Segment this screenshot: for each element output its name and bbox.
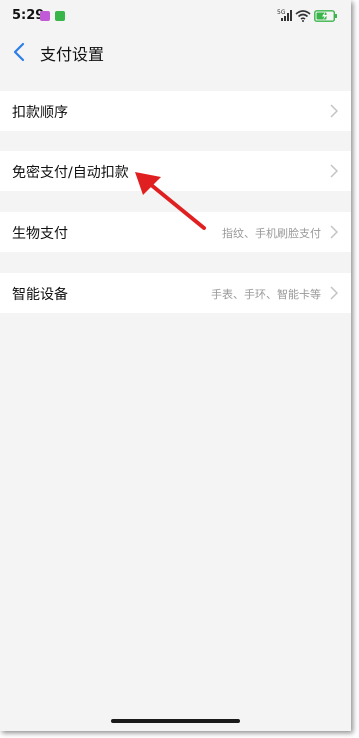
settings-item-label: 智能设备 [12,287,68,303]
chevron-right-icon [330,286,339,300]
phone-screen: 5:29 5G 支付设置 扣款顺序 免密支付/自动扣款 生物支付 指纹、手机刷脸… [0,0,351,731]
settings-item-label: 生物支付 [12,226,68,242]
signal-icon [281,10,292,21]
chevron-right-icon [330,104,339,118]
notification-app-icon [55,11,65,21]
settings-item-password-free-payment[interactable]: 免密支付/自动扣款 [0,151,351,191]
settings-item-label: 扣款顺序 [12,105,68,121]
chevron-right-icon [330,225,339,239]
page-title: 支付设置 [40,45,105,64]
settings-item-value: 指纹、手机刷脸支付 [222,227,321,240]
navigation-bar: 支付设置 [0,32,351,72]
chevron-left-icon[interactable] [10,40,30,64]
settings-item-value: 手表、手环、智能卡等 [211,288,321,301]
notification-app-icon [40,11,50,21]
settings-item-smart-devices[interactable]: 智能设备 手表、手环、智能卡等 [0,273,351,313]
chevron-right-icon [330,164,339,178]
battery-charging-icon [314,10,337,22]
settings-item-deduction-order[interactable]: 扣款顺序 [0,91,351,131]
settings-item-label: 免密支付/自动扣款 [12,165,129,181]
settings-item-biometric-payment[interactable]: 生物支付 指纹、手机刷脸支付 [0,212,351,252]
status-bar: 5:29 5G [0,0,351,32]
wifi-icon [295,10,311,22]
home-indicator[interactable] [111,719,240,723]
